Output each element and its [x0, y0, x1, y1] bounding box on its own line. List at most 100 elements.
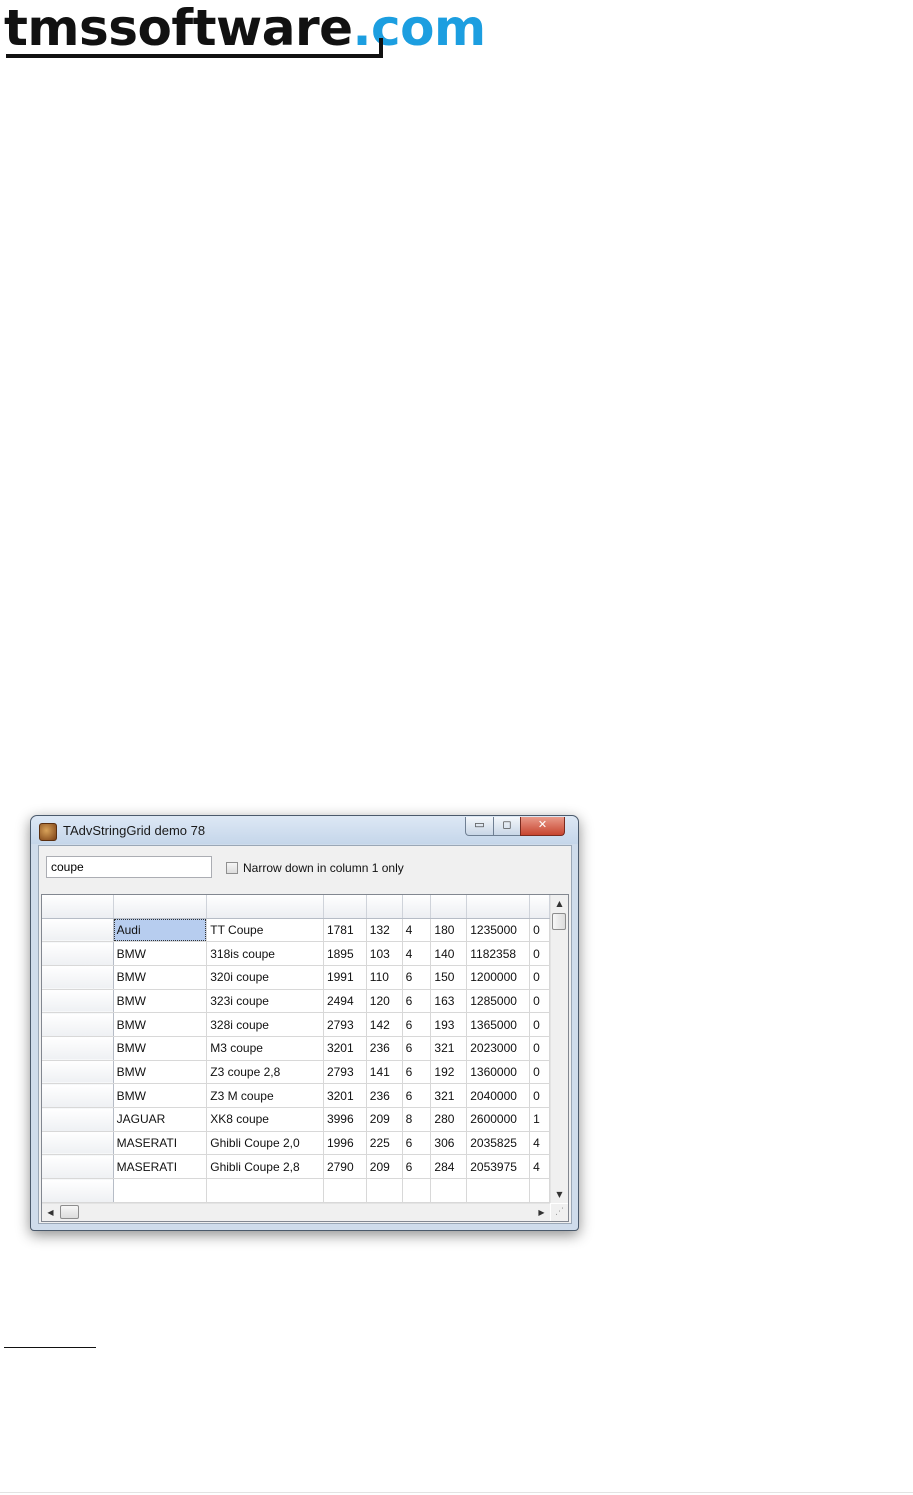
- table-row[interactable]: MASERATI Ghibli Coupe 2,0 1996 225 6 306 20358…: [42, 1131, 550, 1156]
- app-icon[interactable]: [39, 823, 57, 841]
- grid-cell[interactable]: [42, 1178, 114, 1203]
- grid-cell[interactable]: 3201: [323, 1083, 367, 1108]
- grid-cell[interactable]: [466, 1178, 531, 1203]
- row-header-cell[interactable]: [42, 1107, 114, 1132]
- grid-cell[interactable]: BMW: [113, 989, 208, 1014]
- grid-cell[interactable]: 4: [529, 1154, 550, 1180]
- table-row[interactable]: BMW 328i coupe 2793 142 6 193 1365000 0: [42, 1012, 550, 1037]
- grid-cell[interactable]: 6: [402, 965, 432, 990]
- grid-cell[interactable]: 6: [402, 1012, 432, 1037]
- grid-cell[interactable]: [113, 1178, 208, 1203]
- grid-cell[interactable]: 163: [430, 989, 468, 1014]
- grid-cell[interactable]: 140: [430, 941, 468, 966]
- grid-cell[interactable]: 209: [366, 1107, 403, 1132]
- grid-cell[interactable]: 1781: [323, 918, 367, 943]
- grid-cell[interactable]: 6: [402, 989, 432, 1014]
- grid-cell[interactable]: [529, 1178, 550, 1203]
- scroll-down-icon[interactable]: ▼: [551, 1186, 568, 1203]
- grid-cell[interactable]: 328i coupe: [206, 1012, 324, 1037]
- grid-cell[interactable]: Z3 M coupe: [206, 1083, 324, 1108]
- grid-cell[interactable]: XK8 coupe: [206, 1107, 324, 1132]
- header-cell[interactable]: [466, 895, 531, 919]
- header-cell[interactable]: [366, 895, 403, 919]
- header-cell[interactable]: [529, 895, 550, 919]
- grid-cell[interactable]: 1365000: [466, 1012, 531, 1037]
- row-header-cell[interactable]: [42, 1083, 114, 1108]
- string-grid[interactable]: Audi TT Coupe 1781 132 4 180 1235000 0 BMW 318is …: [41, 894, 569, 1222]
- grid-cell[interactable]: 2023000: [466, 1036, 531, 1061]
- row-header-cell[interactable]: [42, 1154, 114, 1180]
- grid-cell[interactable]: Audi: [113, 918, 208, 943]
- grid-cell[interactable]: 209: [366, 1154, 403, 1180]
- row-header-cell[interactable]: [42, 989, 114, 1014]
- grid-cell[interactable]: 1991: [323, 965, 367, 990]
- grid-cell[interactable]: JAGUAR: [113, 1107, 208, 1132]
- table-row[interactable]: Audi TT Coupe 1781 132 4 180 1235000 0: [42, 918, 550, 943]
- grid-cell[interactable]: 6: [402, 1083, 432, 1108]
- table-row[interactable]: MASERATI Ghibli Coupe 2,8 2790 209 6 284 20539…: [42, 1154, 550, 1180]
- grid-cell[interactable]: 180: [430, 918, 468, 943]
- header-cell[interactable]: [430, 895, 468, 919]
- grid-cell[interactable]: 141: [366, 1060, 403, 1085]
- grid-cell[interactable]: 4: [402, 941, 432, 966]
- grid-cell[interactable]: 4: [529, 1131, 550, 1156]
- grid-cell[interactable]: 2790: [323, 1154, 367, 1180]
- row-header-cell[interactable]: [42, 1036, 114, 1061]
- grid-cell[interactable]: BMW: [113, 941, 208, 966]
- grid-cell[interactable]: 323i coupe: [206, 989, 324, 1014]
- grid-cell[interactable]: 120: [366, 989, 403, 1014]
- table-row[interactable]: BMW Z3 coupe 2,8 2793 141 6 192 1360000 0: [42, 1060, 550, 1085]
- grid-cell[interactable]: M3 coupe: [206, 1036, 324, 1061]
- grid-cell[interactable]: BMW: [113, 1012, 208, 1037]
- grid-cell[interactable]: 2053975: [466, 1154, 531, 1180]
- grid-cell[interactable]: 1200000: [466, 965, 531, 990]
- grid-cell[interactable]: 0: [529, 1083, 550, 1108]
- grid-cell[interactable]: 0: [529, 989, 550, 1014]
- scroll-up-icon[interactable]: ▲: [551, 895, 568, 912]
- grid-cell[interactable]: 320i coupe: [206, 965, 324, 990]
- row-header-cell[interactable]: [42, 918, 114, 943]
- grid-cell[interactable]: 103: [366, 941, 403, 966]
- grid-cell[interactable]: 318is coupe: [206, 941, 324, 966]
- grid-cell[interactable]: BMW: [113, 1083, 208, 1108]
- grid-cell[interactable]: 192: [430, 1060, 468, 1085]
- row-header-cell[interactable]: [42, 1060, 114, 1085]
- grid-cell[interactable]: 1: [529, 1107, 550, 1132]
- grid-cell[interactable]: 0: [529, 1012, 550, 1037]
- grid-cell[interactable]: 1285000: [466, 989, 531, 1014]
- grid-cell[interactable]: Ghibli Coupe 2,8: [206, 1154, 324, 1180]
- grid-cell[interactable]: 2793: [323, 1060, 367, 1085]
- header-cell[interactable]: [206, 895, 324, 919]
- maximize-button[interactable]: ◻: [493, 817, 521, 836]
- grid-cell[interactable]: 8: [402, 1107, 432, 1132]
- grid-cell[interactable]: 284: [430, 1154, 468, 1180]
- table-row[interactable]: BMW M3 coupe 3201 236 6 321 2023000 0: [42, 1036, 550, 1061]
- header-cell[interactable]: [42, 895, 114, 919]
- grid-cell[interactable]: 225: [366, 1131, 403, 1156]
- row-header-cell[interactable]: [42, 941, 114, 966]
- vertical-scrollbar[interactable]: ▲ ▼: [550, 895, 568, 1203]
- grid-cell[interactable]: 1996: [323, 1131, 367, 1156]
- grid-cell[interactable]: 236: [366, 1083, 403, 1108]
- header-cell[interactable]: [323, 895, 367, 919]
- grid-cell[interactable]: 236: [366, 1036, 403, 1061]
- grid-cell[interactable]: 1895: [323, 941, 367, 966]
- table-row[interactable]: JAGUAR XK8 coupe 3996 209 8 280 2600000 1: [42, 1107, 550, 1132]
- grid-cell[interactable]: Ghibli Coupe 2,0: [206, 1131, 324, 1156]
- grid-cell[interactable]: 6: [402, 1036, 432, 1061]
- grid-cell[interactable]: 6: [402, 1060, 432, 1085]
- grid-cell[interactable]: 150: [430, 965, 468, 990]
- horizontal-scroll-thumb[interactable]: [60, 1205, 79, 1219]
- table-row[interactable]: BMW Z3 M coupe 3201 236 6 321 2040000 0: [42, 1083, 550, 1108]
- row-header-cell[interactable]: [42, 965, 114, 990]
- close-button[interactable]: ✕: [520, 817, 565, 836]
- grid-cell[interactable]: 280: [430, 1107, 468, 1132]
- grid-cell[interactable]: 321: [430, 1083, 468, 1108]
- grid-cell[interactable]: 3201: [323, 1036, 367, 1061]
- grid-cell[interactable]: [366, 1178, 403, 1203]
- grid-cell[interactable]: 4: [402, 918, 432, 943]
- size-grip-icon[interactable]: ⋰: [551, 1204, 568, 1221]
- grid-cell[interactable]: [206, 1178, 324, 1203]
- grid-cell[interactable]: 6: [402, 1154, 432, 1180]
- grid-cell[interactable]: TT Coupe: [206, 918, 324, 943]
